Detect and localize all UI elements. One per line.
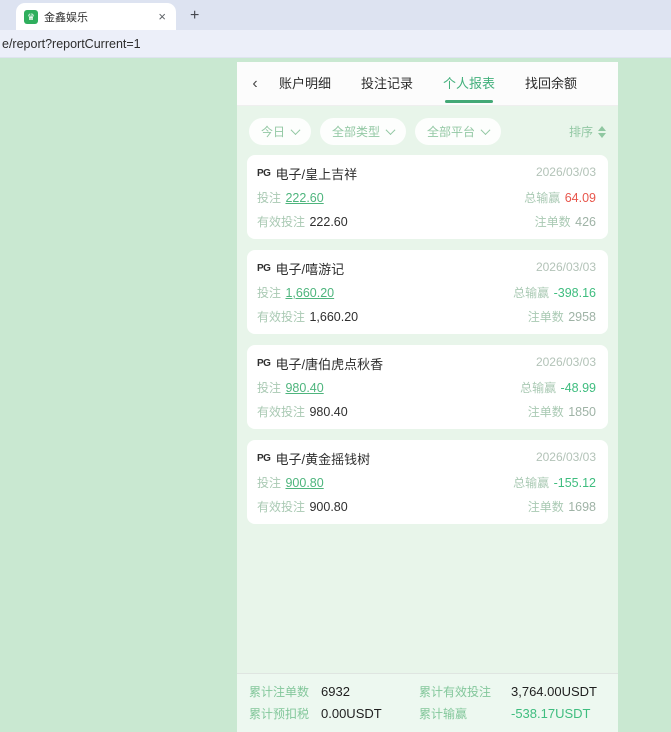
chevron-down-icon: [290, 125, 301, 136]
summary-label: 累计注单数: [249, 685, 310, 700]
platform-filter-dropdown[interactable]: 全部平台: [415, 118, 502, 145]
orders-label: 注单数: [527, 500, 564, 514]
bet-amount-link[interactable]: 980.40: [285, 381, 323, 395]
winloss-label: 总输赢: [524, 191, 561, 205]
tab-personal-report[interactable]: 个人报表: [443, 62, 495, 106]
summary-value: -538.17USDT: [511, 705, 591, 721]
valid-bet-value: 1,660.20: [309, 310, 359, 324]
valid-bet-value: 900.80: [309, 500, 348, 514]
bet-amount-link[interactable]: 222.60: [285, 191, 323, 205]
date-filter-label: 今日: [261, 125, 286, 139]
orders-value: 2958: [568, 310, 596, 324]
browser-tab[interactable]: ♛ 金鑫娱乐 ×: [16, 3, 176, 30]
report-card-list: PG 电子/皇上吉祥 2026/03/03 投注 222.60 总输赢 64.0…: [237, 155, 618, 673]
new-tab-button[interactable]: +: [190, 7, 199, 25]
valid-bet-label: 有效投注: [257, 310, 306, 324]
report-card: PG 电子/唐伯虎点秋香 2026/03/03 投注 980.40 总输赢 -4…: [247, 345, 608, 429]
valid-bet-label: 有效投注: [257, 215, 306, 229]
bet-label: 投注: [257, 381, 282, 395]
winloss-label: 总输赢: [513, 476, 550, 490]
screen: ♛ 金鑫娱乐 × + e/report?reportCurrent=1 ‹ 账户…: [0, 0, 671, 732]
orders-label: 注单数: [534, 215, 571, 229]
page-background: ‹ 账户明细 投注记录 个人报表 找回余额 今日 全部类型 全部平台 排序 PG…: [0, 58, 671, 732]
card-date: 2026/03/03: [535, 165, 596, 179]
panel-header: ‹ 账户明细 投注记录 个人报表 找回余额: [237, 62, 618, 106]
date-filter-dropdown[interactable]: 今日: [249, 118, 312, 145]
summary-label: 累计有效投注: [419, 685, 492, 700]
summary-value: 0.00USDT: [321, 705, 382, 721]
orders-value: 1850: [568, 405, 596, 419]
sort-button[interactable]: 排序: [569, 123, 606, 140]
winloss-label: 总输赢: [513, 286, 550, 300]
address-bar[interactable]: e/report?reportCurrent=1: [0, 30, 671, 58]
panel-tabs: 账户明细 投注记录 个人报表 找回余额: [273, 62, 577, 106]
tab-close-icon[interactable]: ×: [156, 9, 168, 24]
back-chevron-icon[interactable]: ‹: [237, 75, 273, 93]
provider-pg-logo-icon: PG: [257, 453, 271, 464]
summary-footer: 累计注单数 6932 累计有效投注 3,764.00USDT 累计预扣税 0.0…: [237, 673, 618, 732]
valid-bet-label: 有效投注: [257, 405, 306, 419]
site-favicon-icon: ♛: [24, 9, 38, 24]
provider-pg-logo-icon: PG: [257, 168, 271, 179]
orders-label: 注单数: [527, 310, 564, 324]
sort-label: 排序: [568, 125, 593, 139]
winloss-value: 64.09: [564, 191, 596, 205]
sort-arrows-icon: [598, 125, 606, 138]
filter-row: 今日 全部类型 全部平台 排序: [237, 106, 618, 155]
bet-amount-link[interactable]: 1,660.20: [285, 286, 334, 300]
bet-label: 投注: [257, 286, 282, 300]
summary-label: 累计输赢: [419, 706, 468, 721]
platform-filter-label: 全部平台: [427, 125, 476, 139]
bet-label: 投注: [257, 476, 282, 490]
winloss-value: -155.12: [553, 476, 596, 490]
report-card: PG 电子/黄金摇钱树 2026/03/03 投注 900.80 总输赢 -15…: [247, 440, 608, 524]
summary-label: 累计预扣税: [249, 706, 310, 721]
card-date: 2026/03/03: [535, 450, 596, 464]
winloss-value: -398.16: [553, 286, 596, 300]
tab-retrieve-balance[interactable]: 找回余额: [525, 62, 577, 106]
report-card: PG 电子/嘻游记 2026/03/03 投注 1,660.20 总输赢 -39…: [247, 250, 608, 334]
summary-total-valid-bet: 累计有效投注 3,764.00USDT: [419, 683, 630, 700]
valid-bet-value: 980.40: [309, 405, 348, 419]
report-panel: ‹ 账户明细 投注记录 个人报表 找回余额 今日 全部类型 全部平台 排序 PG…: [237, 62, 618, 732]
game-title: 电子/嘻游记: [275, 262, 345, 277]
orders-label: 注单数: [527, 405, 564, 419]
summary-value: 6932: [321, 684, 350, 700]
bet-label: 投注: [257, 191, 282, 205]
winloss-label: 总输赢: [520, 381, 557, 395]
type-filter-dropdown[interactable]: 全部类型: [320, 118, 407, 145]
game-title: 电子/黄金摇钱树: [275, 452, 371, 467]
chevron-down-icon: [480, 125, 491, 136]
summary-total-winloss: 累计输赢 -538.17USDT: [419, 705, 630, 722]
summary-total-orders: 累计注单数 6932: [249, 683, 419, 700]
type-filter-label: 全部类型: [332, 125, 381, 139]
game-title: 电子/唐伯虎点秋香: [275, 357, 384, 372]
winloss-value: -48.99: [560, 381, 596, 395]
orders-value: 426: [575, 215, 596, 229]
browser-tab-title: 金鑫娱乐: [44, 11, 88, 24]
tab-bet-records[interactable]: 投注记录: [361, 62, 413, 106]
card-date: 2026/03/03: [535, 260, 596, 274]
bet-amount-link[interactable]: 900.80: [285, 476, 323, 490]
card-date: 2026/03/03: [535, 355, 596, 369]
valid-bet-value: 222.60: [309, 215, 348, 229]
summary-value: 3,764.00USDT: [511, 684, 597, 700]
chevron-down-icon: [385, 125, 396, 136]
game-title: 电子/皇上吉祥: [275, 167, 358, 182]
url-text: e/report?reportCurrent=1: [2, 36, 141, 51]
valid-bet-label: 有效投注: [257, 500, 306, 514]
orders-value: 1698: [568, 500, 596, 514]
browser-tab-bar: ♛ 金鑫娱乐 × +: [0, 0, 671, 30]
report-card: PG 电子/皇上吉祥 2026/03/03 投注 222.60 总输赢 64.0…: [247, 155, 608, 239]
provider-pg-logo-icon: PG: [257, 358, 271, 369]
summary-withholding-tax: 累计预扣税 0.00USDT: [249, 705, 419, 722]
tab-account-detail[interactable]: 账户明细: [279, 62, 331, 106]
provider-pg-logo-icon: PG: [257, 263, 271, 274]
